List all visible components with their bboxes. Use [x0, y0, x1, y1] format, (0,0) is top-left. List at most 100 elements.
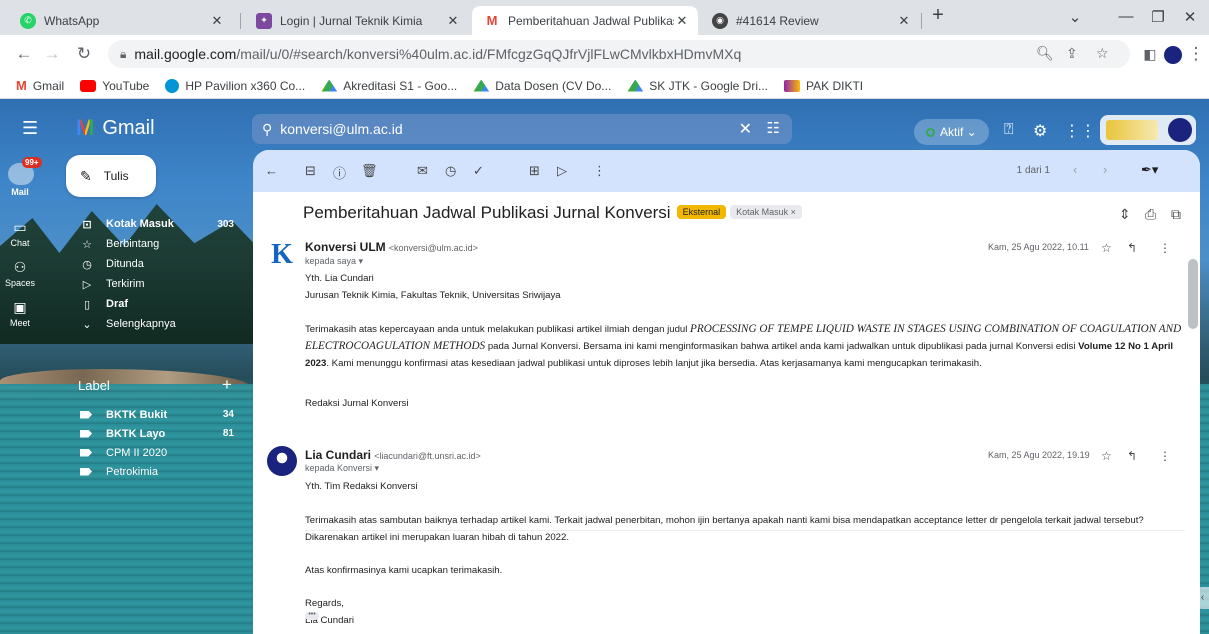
browser-tab-gmail[interactable]: M Pemberitahuan Jadwal Publikasi ✕	[472, 6, 698, 35]
browser-menu-icon[interactable]: ⋮	[1186, 44, 1206, 64]
scrollbar-thumb[interactable]	[1188, 259, 1198, 329]
help-icon[interactable]: ⍰	[1004, 121, 1014, 139]
tab-search-icon[interactable]: ⌄	[1065, 8, 1085, 26]
mail-search-bar[interactable]: ⚲ konversi@ulm.ac.id ✕ ☷	[252, 114, 792, 144]
reload-icon[interactable]: ↻	[74, 44, 94, 64]
gmail-logo[interactable]: M Gmail	[76, 115, 155, 141]
snooze-icon[interactable]: ◷	[445, 163, 456, 179]
bookmark-star-icon[interactable]: ☆	[1096, 45, 1109, 62]
side-panel-toggle-icon[interactable]: ‹	[1196, 587, 1209, 609]
close-tab-icon[interactable]: ✕	[445, 13, 461, 29]
show-trimmed-content-icon[interactable]: •••	[305, 611, 319, 620]
nav-drafts[interactable]: ▯ Draf	[60, 294, 240, 314]
share-icon[interactable]: ⇪	[1066, 45, 1078, 62]
sender-avatar[interactable]: K	[267, 240, 297, 270]
add-label-icon[interactable]: +	[222, 375, 232, 395]
sender-avatar[interactable]	[267, 446, 297, 476]
rail-mail[interactable]: Mail	[0, 187, 40, 197]
body-line: Yth. Lia Cundari	[305, 273, 374, 284]
status-dot-icon	[926, 127, 935, 137]
reply-icon[interactable]: ↰	[1127, 241, 1137, 255]
bookmark-pak-dikti[interactable]: PAK DIKTI	[783, 79, 863, 93]
organization-logo	[1106, 120, 1158, 140]
label-item[interactable]: Petrokimia	[60, 462, 240, 481]
label-item[interactable]: BKTK Bukit 34	[60, 405, 240, 424]
label-item[interactable]: BKTK Layo 81	[60, 424, 240, 443]
open-new-window-icon[interactable]: ⧉	[1171, 206, 1181, 223]
search-input[interactable]: konversi@ulm.ac.id	[280, 121, 402, 137]
rail-spaces[interactable]: ⚇ Spaces	[0, 259, 40, 288]
browser-tab-whatsapp[interactable]: ✆ WhatsApp ✕	[8, 6, 233, 35]
bookmark-sk-jtk[interactable]: SK JTK - Google Dri...	[627, 79, 768, 93]
nav-more[interactable]: ⌄ Selengkapnya	[60, 314, 240, 334]
close-window-icon[interactable]: ✕	[1180, 8, 1200, 26]
more-options-icon[interactable]: ⋮	[593, 163, 606, 179]
minimize-icon[interactable]: —	[1116, 8, 1136, 25]
bookmark-akreditasi[interactable]: Akreditasi S1 - Goo...	[321, 79, 457, 93]
body-line: Jurusan Teknik Kimia, Fakultas Teknik, U…	[305, 290, 561, 301]
label-item[interactable]: CPM II 2020	[60, 443, 240, 462]
restore-icon[interactable]: ❐	[1148, 8, 1168, 26]
sender-name[interactable]: Lia Cundari	[305, 448, 371, 462]
nav-starred[interactable]: ☆ Berbintang	[60, 234, 240, 254]
move-to-icon[interactable]: ⊞	[529, 163, 540, 179]
bookmark-youtube[interactable]: YouTube	[80, 79, 149, 93]
recipient-dropdown[interactable]: kepada saya ▾	[305, 256, 363, 267]
browser-tab-jtk[interactable]: ✦ Login | Jurnal Teknik Kimia ✕	[244, 6, 469, 35]
address-bar[interactable]: 🔒︎ mail.google.com/mail/u/0/#search/konv…	[108, 40, 1130, 68]
message-more-icon[interactable]: ⋮	[1159, 449, 1171, 463]
add-to-tasks-icon[interactable]: ✓	[473, 163, 484, 179]
back-to-list-icon[interactable]: ←	[265, 163, 278, 178]
settings-gear-icon[interactable]: ⚙	[1033, 121, 1047, 141]
nav-snoozed[interactable]: ◷ Ditunda	[60, 254, 240, 274]
clear-search-icon[interactable]: ✕	[739, 119, 752, 139]
back-icon[interactable]: ←	[14, 44, 34, 64]
bookmark-data-dosen[interactable]: Data Dosen (CV Do...	[473, 79, 611, 93]
label-icon[interactable]: ▷	[557, 163, 567, 179]
bookmark-gmail[interactable]: M Gmail	[16, 78, 64, 93]
rail-meet[interactable]: ▣ Meet	[0, 299, 40, 328]
report-spam-icon[interactable]: ⓘ	[333, 163, 346, 182]
status-dropdown[interactable]: Aktif ⌄	[914, 119, 989, 145]
account-switcher[interactable]	[1100, 115, 1196, 145]
nav-inbox[interactable]: ⊡ Kotak Masuk 303	[60, 214, 240, 234]
label-tag-icon	[80, 448, 92, 457]
close-tab-icon[interactable]: ✕	[896, 13, 912, 29]
compose-button[interactable]: ✎ Tulis	[66, 155, 156, 197]
newer-icon[interactable]: ›	[1103, 162, 1107, 177]
star-icon[interactable]: ☆	[1101, 241, 1112, 255]
mark-unread-icon[interactable]: ✉	[417, 163, 428, 179]
apps-grid-icon[interactable]: ⋮⋮	[1064, 121, 1096, 141]
tab-title: #41614 Review	[736, 13, 819, 28]
rail-chat[interactable]: ▭ Chat	[0, 219, 40, 248]
profile-avatar[interactable]	[1163, 44, 1183, 64]
search-icon[interactable]: ⚲	[262, 121, 272, 138]
expand-all-icon[interactable]: ⇕	[1119, 206, 1131, 223]
close-tab-icon[interactable]: ✕	[674, 13, 690, 29]
bookmark-hp[interactable]: HP Pavilion x360 Co...	[165, 78, 305, 93]
archive-icon[interactable]: ⊟	[305, 163, 316, 179]
zoom-icon[interactable]: 🔍︎	[1036, 45, 1054, 62]
star-icon[interactable]: ☆	[1101, 449, 1112, 463]
tab-title: WhatsApp	[44, 13, 100, 28]
forward-icon[interactable]: →	[42, 44, 62, 64]
close-tab-icon[interactable]: ✕	[209, 13, 225, 29]
search-options-icon[interactable]: ☷	[767, 119, 780, 137]
recipient-dropdown[interactable]: kepada Konversi ▾	[305, 463, 379, 474]
print-icon[interactable]: ⎙	[1145, 206, 1156, 223]
browser-tab-review[interactable]: ◉ #41614 Review ✕	[700, 6, 920, 35]
reply-icon[interactable]: ↰	[1127, 449, 1137, 463]
new-tab-button[interactable]: +	[928, 4, 948, 27]
body-line: Lia Cundari	[305, 615, 355, 626]
sender-name[interactable]: Konversi ULM	[305, 240, 386, 254]
nav-sent[interactable]: ▷ Terkirim	[60, 274, 240, 294]
main-menu-icon[interactable]: ☰	[22, 118, 38, 139]
message-more-icon[interactable]: ⋮	[1159, 241, 1171, 255]
input-tools-icon[interactable]: ✒▾	[1141, 162, 1158, 178]
rail-label: Chat	[10, 238, 30, 248]
nav-label: Berbintang	[106, 238, 160, 250]
side-panel-icon[interactable]: ◧	[1140, 44, 1160, 64]
older-icon[interactable]: ‹	[1073, 162, 1077, 177]
delete-icon[interactable]: 🗑︎	[361, 163, 378, 179]
inbox-label-chip[interactable]: Kotak Masuk ×	[730, 205, 802, 219]
